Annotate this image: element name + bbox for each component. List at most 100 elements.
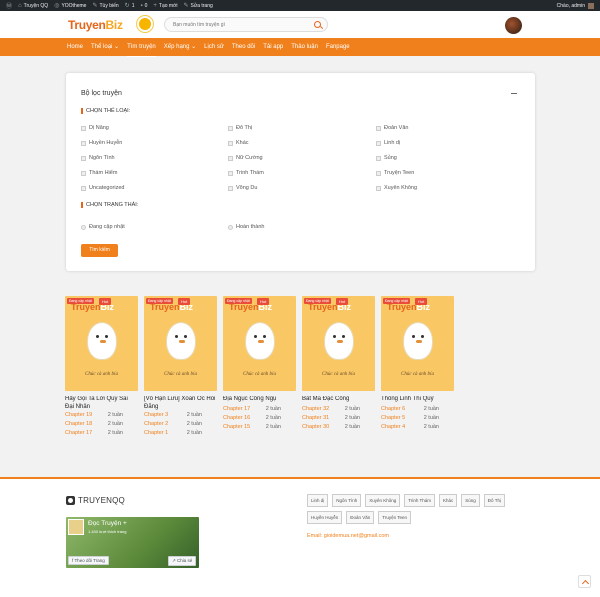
genre-checkbox[interactable]: Võng Du <box>228 185 257 191</box>
page-thumbnail[interactable] <box>68 519 84 535</box>
tag-link[interactable]: Ngôn Tình <box>332 494 362 507</box>
adminbar-site[interactable]: ⌂ Truyện QQ <box>18 3 48 9</box>
site-footer: TRUYENQQ Đọc Truyện + 1.430 lượt thích t… <box>0 477 600 597</box>
novel-title[interactable]: Hây Gọi Ta Lời Quý Sai Đại Nhân <box>65 396 138 411</box>
novel-cover[interactable]: TruyenBiz Đang cập nhật Hot Chúc cả anh … <box>381 296 454 391</box>
adminbar-account[interactable]: Chào, admin <box>557 2 594 9</box>
adminbar-customize[interactable]: ✎ Tùy biến <box>92 2 118 10</box>
chapter-row[interactable]: Chapter 62 tuần <box>381 405 439 414</box>
genre-checkbox[interactable]: Uncategorized <box>81 185 124 191</box>
chapter-row[interactable]: Chapter 17 2 tuần <box>65 429 123 438</box>
novel-cover[interactable]: TruyenBiz Đang cập nhật Hot Chúc cả anh … <box>65 296 138 391</box>
wordpress-icon[interactable]: Ⓦ <box>6 1 12 10</box>
hot-badge: Hot <box>178 298 191 305</box>
adminbar-edit[interactable]: ✎ Sửa trang <box>183 2 212 10</box>
novel-title[interactable]: Bất Ma Đặc Công <box>302 396 375 405</box>
nav-find[interactable]: Tìm truyện <box>127 38 156 57</box>
chapter-row[interactable]: Chapter 32 tuần <box>144 411 202 420</box>
mascot-image <box>87 322 117 360</box>
status-heading: CHỌN TRẠNG THÁI: <box>81 202 138 208</box>
genre-checkbox[interactable]: Thám Hiểm <box>81 170 117 176</box>
chapter-row[interactable]: Chapter 52 tuần <box>381 414 439 423</box>
novel-card[interactable]: TruyenBiz Đang cập nhật Hot Chúc cả anh … <box>144 296 217 438</box>
nav-discussion[interactable]: Thảo luận <box>291 38 318 56</box>
user-avatar[interactable] <box>505 17 522 34</box>
chapter-row[interactable]: Chapter 22 tuần <box>144 420 202 429</box>
tag-link[interactable]: Trinh Thám <box>404 494 435 507</box>
chapter-row[interactable]: Chapter 19 2 tuần <box>65 411 123 420</box>
genre-checkbox[interactable]: Xuyên Không <box>376 185 417 191</box>
chapter-row[interactable]: Chapter 30 2 tuần <box>302 423 360 432</box>
mascot-image <box>403 322 433 360</box>
novel-cover[interactable]: TruyenBiz Đang cập nhật Hot Chúc cả anh … <box>144 296 217 391</box>
genre-checkbox[interactable]: Khác <box>228 140 249 146</box>
genre-checkbox[interactable]: Truyện Teen <box>376 170 414 176</box>
chapter-row[interactable]: Chapter 17 2 tuần <box>223 405 281 414</box>
adminbar-updates[interactable]: ↻ 1 <box>125 2 135 10</box>
adminbar-comments[interactable]: ▪ 0 <box>140 3 147 9</box>
genre-checkbox[interactable]: Ngôn Tình <box>81 155 115 161</box>
novel-title[interactable]: Địa Ngục Công Ngụ <box>223 396 296 405</box>
nav-genres[interactable]: Thể loại ⌄ <box>91 38 119 56</box>
chapter-row[interactable]: Chapter 42 tuần <box>381 423 439 432</box>
sun-icon[interactable] <box>139 18 151 30</box>
tag-link[interactable]: Khác <box>439 494 458 507</box>
novel-card[interactable]: TruyenBiz Đang cập nhật Hot Chúc cả anh … <box>65 296 138 438</box>
genre-checkbox[interactable]: Đô Thị <box>228 125 252 131</box>
follow-page-button[interactable]: f Theo dõi Trang <box>68 556 109 565</box>
novel-title[interactable]: Thông Linh Thi Quỷ <box>381 396 454 405</box>
tag-link[interactable]: Đô Thị <box>483 494 505 507</box>
status-radio[interactable]: Đang cập nhật <box>81 224 125 230</box>
genre-checkbox[interactable]: Nữ Cường <box>228 155 263 161</box>
site-logo[interactable]: TruyenBiz <box>68 18 123 32</box>
home-icon: ⌂ <box>18 2 22 9</box>
chapter-row[interactable]: Chapter 18 2 tuần <box>65 420 123 429</box>
novel-card[interactable]: TruyenBiz Đang cập nhật Hot Chúc cả anh … <box>302 296 375 432</box>
adminbar-new[interactable]: + Tạo mới <box>153 3 177 9</box>
tag-link[interactable]: Đoản Văn <box>346 511 375 524</box>
tag-link[interactable]: Sủng <box>461 494 480 507</box>
nav-app[interactable]: Tải app <box>263 38 283 56</box>
genre-checkbox[interactable]: Dị Năng <box>81 125 109 131</box>
facebook-widget[interactable]: Đọc Truyện + 1.430 lượt thích trang f Th… <box>66 517 199 568</box>
tag-link[interactable]: Huyền Huyễn <box>307 511 343 524</box>
contact-email[interactable]: Email: gioidemua.net@gmail.com <box>307 533 389 539</box>
collapse-icon[interactable] <box>511 93 517 94</box>
genre-checkbox[interactable]: Sủng <box>376 155 397 161</box>
tag-link[interactable]: Xuyên Không <box>365 494 401 507</box>
mascot-image <box>166 322 196 360</box>
hot-badge: Hot <box>336 298 349 305</box>
status-radio[interactable]: Hoàn thành <box>228 224 264 230</box>
genre-checkbox[interactable]: Huyền Huyễn <box>81 140 122 146</box>
search-icon[interactable] <box>314 21 321 28</box>
chapter-row[interactable]: Chapter 32 2 tuần <box>302 405 360 414</box>
nav-home[interactable]: Home <box>67 38 83 56</box>
novel-cover[interactable]: TruyenBiz Đang cập nhật Hot Chúc cả anh … <box>302 296 375 391</box>
novel-cover[interactable]: TruyenBiz Đang cập nhật Hot Chúc cả anh … <box>223 296 296 391</box>
nav-history[interactable]: Lịch sử <box>204 38 224 56</box>
nav-following[interactable]: Theo dõi <box>232 38 255 56</box>
genre-checkbox[interactable]: Đoản Văn <box>376 125 408 131</box>
share-button[interactable]: ↗ Chia sẻ <box>168 556 197 566</box>
nav-ranking[interactable]: Xếp hạng ⌄ <box>164 38 196 56</box>
novel-title[interactable]: [Vô Hạn Lưu] Xoắn Ốc Hồi Đăng <box>144 396 217 411</box>
tag-link[interactable]: Truyện Teen <box>378 511 412 524</box>
main-nav: Home Thể loại ⌄ Tìm truyện Xếp hạng ⌄ Lị… <box>0 38 600 57</box>
novel-card[interactable]: TruyenBiz Đang cập nhật Hot Chúc cả anh … <box>223 296 296 432</box>
novel-card[interactable]: TruyenBiz Đang cập nhật Hot Chúc cả anh … <box>381 296 454 432</box>
search-button[interactable]: Tìm kiếm <box>81 244 118 257</box>
chapter-row[interactable]: Chapter 15 2 tuần <box>223 423 281 432</box>
adminbar-yootheme[interactable]: ◎ YOOtheme <box>54 2 86 10</box>
nav-fanpage[interactable]: Fanpage <box>326 38 350 56</box>
chapter-row[interactable]: Chapter 16 2 tuần <box>223 414 281 423</box>
updating-badge: Đang cập nhật <box>146 298 173 304</box>
back-to-top-icon[interactable] <box>578 575 591 588</box>
genre-checkbox[interactable]: Linh dị <box>376 140 400 146</box>
search-input[interactable] <box>173 22 303 28</box>
chapter-row[interactable]: Chapter 31 2 tuần <box>302 414 360 423</box>
genre-checkbox[interactable]: Trinh Thám <box>228 170 264 176</box>
tag-link[interactable]: Linh dị <box>307 494 329 507</box>
chapter-row[interactable]: Chapter 12 tuần <box>144 429 202 438</box>
footer-logo[interactable]: TRUYENQQ <box>66 496 125 505</box>
search-box <box>164 17 328 32</box>
